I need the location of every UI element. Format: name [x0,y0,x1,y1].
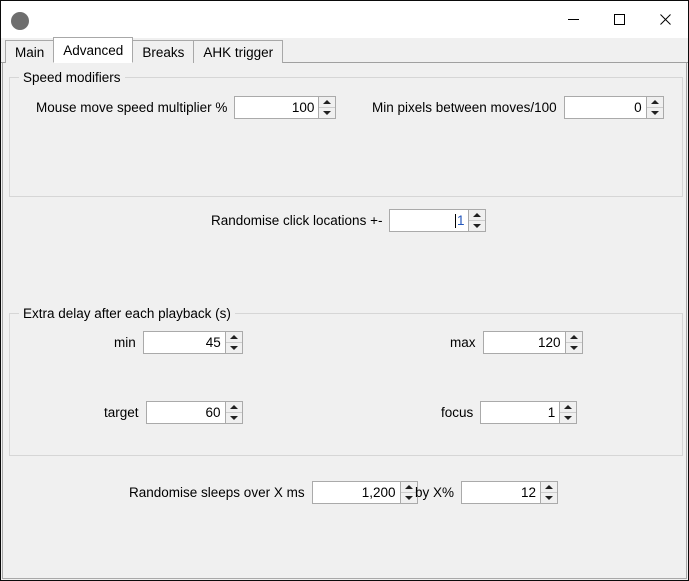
randomise-sleeps-over-label: Randomise sleeps over X ms [129,485,305,500]
randomise-click-locations-label: Randomise click locations +- [211,213,383,228]
chevron-down-icon [229,415,238,420]
max-delay-spinbox[interactable]: 120 [482,331,583,354]
max-delay-stepper[interactable] [564,332,582,353]
target-delay-input[interactable]: 60 [146,402,225,423]
max-delay-row: max 120 [450,331,583,354]
stepper-down-button[interactable] [319,107,336,118]
tab-bar: Main Advanced Breaks AHK trigger [1,37,688,63]
stepper-down-button[interactable] [565,342,582,353]
chevron-up-icon [564,404,573,409]
stepper-up-button[interactable] [646,97,663,108]
focus-delay-spinbox[interactable]: 1 [480,401,578,424]
stepper-down-button[interactable] [225,412,242,423]
randomise-click-locations-row: Randomise click locations +- 1 [211,209,487,232]
min-pixels-between-moves-spinbox[interactable]: 0 [563,96,664,119]
focus-delay-label: focus [441,405,474,420]
min-delay-label: min [114,335,136,350]
stepper-down-button[interactable] [646,107,663,118]
tab-advanced[interactable]: Advanced [53,37,134,63]
speed-modifiers-legend: Speed modifiers [19,70,125,85]
focus-delay-stepper[interactable] [559,402,577,423]
min-delay-stepper[interactable] [224,332,242,353]
chevron-up-icon [229,404,238,409]
advanced-tab-panel: Speed modifiers Mouse move speed multipl… [2,63,687,579]
chevron-up-icon [404,484,413,489]
randomise-sleeps-over-row: Randomise sleeps over X ms 1,200 [129,481,418,504]
stepper-up-button[interactable] [225,332,242,343]
close-button[interactable] [642,1,688,38]
target-delay-stepper[interactable] [224,402,242,423]
title-bar [1,1,688,38]
randomise-sleeps-by-spinbox[interactable]: 12 [461,481,559,504]
chevron-down-icon [569,345,578,350]
min-pixels-between-moves-row: Min pixels between moves/100 0 [372,96,664,119]
randomise-sleeps-by-row: by X% 12 [415,481,559,504]
maximize-button[interactable] [596,1,642,38]
application-window: Main Advanced Breaks AHK trigger Speed m… [0,0,689,581]
speed-modifiers-group: Speed modifiers [9,70,683,197]
target-delay-row: target 60 [104,401,243,424]
randomise-sleeps-by-stepper[interactable] [540,482,558,503]
mouse-move-speed-multiplier-stepper[interactable] [318,97,336,118]
minimize-button[interactable] [550,1,596,38]
chevron-down-icon [545,495,554,500]
chevron-down-icon [650,110,659,115]
stepper-down-button[interactable] [560,412,577,423]
focus-delay-row: focus 1 [441,401,578,424]
max-delay-input[interactable]: 120 [483,332,565,353]
stepper-up-button[interactable] [541,482,558,493]
focus-delay-input[interactable]: 1 [481,402,560,423]
tab-main[interactable]: Main [5,40,55,63]
chevron-down-icon [229,345,238,350]
chevron-up-icon [545,484,554,489]
randomise-click-locations-spinbox[interactable]: 1 [389,209,487,232]
stepper-up-button[interactable] [225,402,242,413]
chevron-up-icon [569,334,578,339]
stepper-up-button[interactable] [560,402,577,413]
stepper-down-button[interactable] [541,492,558,503]
tab-ahk-trigger[interactable]: AHK trigger [193,40,284,63]
mouse-move-speed-multiplier-row: Mouse move speed multiplier % 100 [36,96,337,119]
min-delay-input[interactable]: 45 [143,332,225,353]
tab-breaks[interactable]: Breaks [132,40,195,63]
chevron-up-icon [650,99,659,104]
randomise-sleeps-over-spinbox[interactable]: 1,200 [311,481,418,504]
mouse-move-speed-multiplier-input[interactable]: 100 [235,97,319,118]
mouse-move-speed-multiplier-label: Mouse move speed multiplier % [36,100,228,115]
chevron-down-icon [404,495,413,500]
randomise-sleeps-by-label: by X% [415,485,455,500]
stepper-up-button[interactable] [469,210,486,221]
max-delay-label: max [450,335,476,350]
app-circle-icon [11,11,29,30]
min-pixels-between-moves-label: Min pixels between moves/100 [372,100,557,115]
randomise-sleeps-over-input[interactable]: 1,200 [312,482,400,503]
min-pixels-between-moves-stepper[interactable] [645,97,663,118]
min-pixels-between-moves-input[interactable]: 0 [564,97,646,118]
chevron-up-icon [473,212,482,217]
maximize-icon [613,14,625,25]
stepper-down-button[interactable] [469,220,486,231]
randomise-click-locations-input[interactable]: 1 [390,210,469,231]
mouse-move-speed-multiplier-spinbox[interactable]: 100 [234,96,337,119]
min-delay-row: min 45 [114,331,243,354]
stepper-down-button[interactable] [225,342,242,353]
chevron-up-icon [323,99,332,104]
stepper-up-button[interactable] [319,97,336,108]
target-delay-spinbox[interactable]: 60 [145,401,243,424]
stepper-up-button[interactable] [565,332,582,343]
minimize-icon [567,19,579,20]
window-controls [550,1,688,38]
randomise-click-locations-stepper[interactable] [468,210,486,231]
chevron-down-icon [473,223,482,228]
chevron-up-icon [229,334,238,339]
randomise-sleeps-by-input[interactable]: 12 [462,482,541,503]
chevron-down-icon [323,110,332,115]
close-icon [659,14,671,25]
text-caret [454,213,456,228]
target-delay-label: target [104,405,139,420]
chevron-down-icon [564,415,573,420]
min-delay-spinbox[interactable]: 45 [142,331,243,354]
extra-delay-legend: Extra delay after each playback (s) [19,306,235,321]
